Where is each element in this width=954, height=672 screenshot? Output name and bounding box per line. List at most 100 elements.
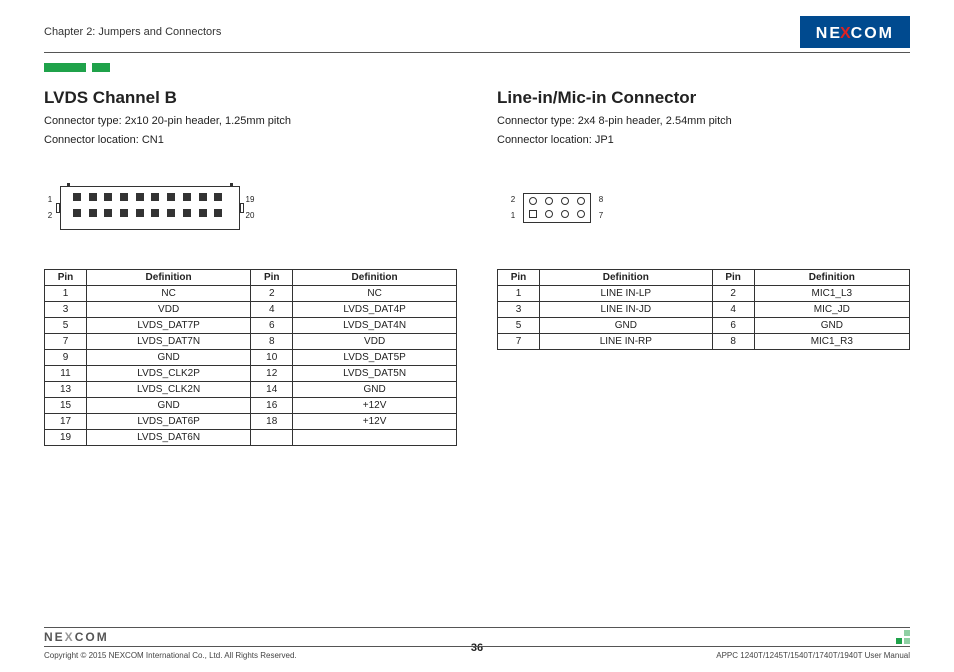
def-cell: +12V [293,413,457,429]
def-cell [293,429,457,445]
brand-logo: NE X COM [800,16,910,48]
pin-cell: 10 [251,349,293,365]
def-cell: VDD [293,333,457,349]
def-cell: VDD [87,301,251,317]
def-cell: LVDS_DAT7P [87,317,251,333]
pin-cell: 2 [251,285,293,301]
table-row: 7LINE IN-RP8MIC1_R3 [498,333,910,349]
pin-cell: 18 [251,413,293,429]
page-footer: NEXCOM Copyright © 2015 NEXCOM Internati… [44,627,910,660]
pin-label-bl: 1 [507,212,519,220]
brand-text-pre: NE [816,25,842,43]
linein-pin-table: Pin Definition Pin Definition 1LINE IN-L… [497,269,910,350]
def-cell: MIC1_R3 [754,333,909,349]
pin-cell: 5 [498,317,540,333]
pin-cell: 9 [45,349,87,365]
def-cell: LINE IN-JD [540,301,713,317]
footer-brand-logo: NEXCOM [44,630,109,644]
table-row: 7LVDS_DAT7N8VDD [45,333,457,349]
accent-bars-icon [44,63,910,72]
def-cell: GND [540,317,713,333]
table-row: 3VDD4LVDS_DAT4P [45,301,457,317]
lvds-subtitle-2: Connector location: CN1 [44,133,457,148]
pin-cell: 3 [45,301,87,317]
def-cell: LVDS_DAT5N [293,365,457,381]
pin-cell: 1 [45,285,87,301]
th-def: Definition [293,269,457,285]
pin-label-tr: 8 [595,196,607,204]
lvds-pin-table: Pin Definition Pin Definition 1NC2NC3VDD… [44,269,457,446]
pin-label-tr: 19 [244,196,256,204]
pin-cell: 12 [251,365,293,381]
pin-cell: 14 [251,381,293,397]
th-def: Definition [754,269,909,285]
def-cell: GND [293,381,457,397]
pin-cell: 16 [251,397,293,413]
def-cell: LVDS_DAT6N [87,429,251,445]
pin-label-br: 20 [244,212,256,220]
th-pin: Pin [498,269,540,285]
th-pin: Pin [712,269,754,285]
pin-cell: 7 [498,333,540,349]
pin-cell: 7 [45,333,87,349]
def-cell: GND [754,317,909,333]
table-row: 19LVDS_DAT6N [45,429,457,445]
table-row: 1NC2NC [45,285,457,301]
def-cell: LVDS_DAT6P [87,413,251,429]
pin-cell: 1 [498,285,540,301]
table-row: 1LINE IN-LP2MIC1_L3 [498,285,910,301]
pin-label-tl: 2 [507,196,519,204]
chapter-title: Chapter 2: Jumpers and Connectors [44,26,221,38]
linein-subtitle-1: Connector type: 2x4 8-pin header, 2.54mm… [497,114,910,129]
table-row: 9GND10LVDS_DAT5P [45,349,457,365]
def-cell: MIC1_L3 [754,285,909,301]
pin-cell: 6 [251,317,293,333]
def-cell: LINE IN-LP [540,285,713,301]
pin-cell: 2 [712,285,754,301]
brand-text-post: COM [851,25,894,43]
def-cell: LVDS_DAT7N [87,333,251,349]
lvds-subtitle-1: Connector type: 2x10 20-pin header, 1.25… [44,114,457,129]
pin-cell: 6 [712,317,754,333]
pin-cell: 8 [251,333,293,349]
def-cell: LVDS_DAT4N [293,317,457,333]
linein-title: Line-in/Mic-in Connector [497,88,910,108]
pin-cell: 15 [45,397,87,413]
copyright-text: Copyright © 2015 NEXCOM International Co… [44,651,297,660]
table-row: 13LVDS_CLK2N14GND [45,381,457,397]
linein-subtitle-2: Connector location: JP1 [497,133,910,148]
linein-connector-diagram: 2 1 8 7 [507,193,607,223]
page-header: Chapter 2: Jumpers and Connectors NE X C… [44,0,910,53]
linein-section: Line-in/Mic-in Connector Connector type:… [497,88,910,446]
def-cell: LVDS_CLK2P [87,365,251,381]
pin-cell: 11 [45,365,87,381]
doc-title: APPC 1240T/1245T/1540T/1740T/1940T User … [716,651,910,660]
pin-cell: 4 [712,301,754,317]
def-cell: LVDS_DAT5P [293,349,457,365]
def-cell: GND [87,349,251,365]
table-row: 11LVDS_CLK2P12LVDS_DAT5N [45,365,457,381]
lvds-section: LVDS Channel B Connector type: 2x10 20-p… [44,88,457,446]
def-cell: +12V [293,397,457,413]
def-cell: LVDS_DAT4P [293,301,457,317]
pin-label-bl: 2 [44,212,56,220]
table-row: 5LVDS_DAT7P6LVDS_DAT4N [45,317,457,333]
def-cell: LINE IN-RP [540,333,713,349]
def-cell: MIC_JD [754,301,909,317]
pin-cell: 4 [251,301,293,317]
footer-decor-icon [896,630,910,644]
th-pin: Pin [251,269,293,285]
pin-cell: 8 [712,333,754,349]
table-row: 3LINE IN-JD4MIC_JD [498,301,910,317]
table-row: 17LVDS_DAT6P18+12V [45,413,457,429]
def-cell: NC [87,285,251,301]
pin-cell: 13 [45,381,87,397]
brand-x-icon: X [65,630,75,644]
th-def: Definition [540,269,713,285]
lvds-title: LVDS Channel B [44,88,457,108]
pin-cell: 5 [45,317,87,333]
pin-cell: 3 [498,301,540,317]
pin-cell: 19 [45,429,87,445]
lvds-connector-diagram: 1 2 19 20 [44,186,256,230]
table-row: 15GND16+12V [45,397,457,413]
